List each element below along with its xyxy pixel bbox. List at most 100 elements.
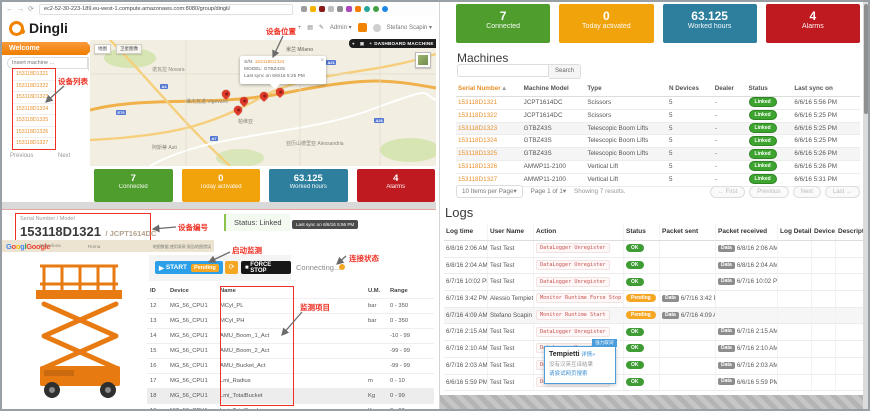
machines-search-input[interactable] (457, 64, 549, 77)
reload-icon[interactable]: ⟳ (28, 5, 34, 13)
cell (778, 375, 812, 391)
extension-icon[interactable] (364, 6, 370, 12)
stat-card-alarms: 4 Alarms (357, 169, 436, 202)
data-badge[interactable]: Data (718, 278, 735, 285)
stat-card-activated: 0 Today activated (182, 169, 261, 202)
print-icon[interactable]: ▤ (307, 24, 313, 31)
sidebar-machine-link[interactable]: 153118D1324 (13, 104, 55, 116)
next-page-button[interactable]: Next (793, 186, 821, 198)
add-icon: + (369, 41, 372, 46)
previous-page-button[interactable]: Previous (749, 186, 788, 198)
sidebar-machine-link[interactable]: 153118D1321 (13, 69, 55, 81)
extension-icon[interactable] (310, 6, 316, 12)
back-icon[interactable]: ← (6, 6, 13, 13)
edit-icon[interactable]: ✎ (319, 24, 324, 31)
serial-link[interactable]: 153118D1322 (456, 110, 524, 122)
extension-toolbar (301, 6, 388, 12)
start-button[interactable]: ▶ START Pending (155, 261, 223, 274)
data-badge[interactable]: Data (718, 345, 735, 352)
map[interactable]: 米兰 Milano 诺瓦拉 Novara 帕维亚 维杰瓦诺 Vigevano 阿… (90, 40, 436, 166)
cell: 17 (147, 374, 170, 388)
extension-icon[interactable] (346, 6, 352, 12)
popup-sn-label: S/N: (244, 60, 253, 65)
data-badge[interactable]: Data (718, 378, 735, 385)
data-badge[interactable]: Data (718, 262, 735, 269)
sidebar-machine-link[interactable]: 153118D1323 (13, 92, 55, 104)
dashboard-macchine-toolbar[interactable]: ●▣+ DASHBOARD MACCHINE (349, 39, 436, 48)
serial-link[interactable]: 153118D1326 (456, 161, 524, 173)
status-cell: OK (624, 375, 660, 391)
satellite-toggle[interactable] (415, 52, 431, 68)
extension-icon[interactable] (328, 6, 334, 12)
map-type-chip[interactable]: 地图 (94, 44, 111, 54)
status-cell: Linked (749, 148, 795, 160)
refresh-button[interactable]: ⟳ (225, 261, 238, 274)
scrollbar-thumb[interactable] (864, 4, 868, 114)
serial-link[interactable]: 153118D1323 (456, 123, 524, 135)
data-badge[interactable]: Data (662, 312, 679, 319)
machine-row[interactable]: 153118D1324GTBZ43STelescopic Boom Lifts5… (456, 135, 860, 148)
user-menu[interactable]: Stefano Scapin ▾ (387, 24, 432, 31)
serial-link[interactable]: 153118D1321 (456, 97, 524, 109)
extension-icon[interactable] (337, 6, 343, 12)
cell: 12 (147, 299, 170, 313)
machine-row[interactable]: 153118D1325GTBZ43STelescopic Boom Lifts5… (456, 148, 860, 161)
extension-icon[interactable] (373, 6, 379, 12)
popup-sn-link[interactable]: 153118D1324 (255, 60, 285, 65)
serial-link[interactable]: 153118D1324 (456, 135, 524, 147)
log-row: 6/7/16 4:09 AMStefano ScapinMonitor Runt… (444, 308, 864, 325)
satellite-chip[interactable]: 卫星图像 (116, 44, 142, 54)
machine-row[interactable]: 153118D1322JCPT1614DCScissors5-Linked6/6… (456, 110, 860, 123)
forward-icon[interactable]: → (17, 6, 24, 13)
next-link[interactable]: Next (58, 153, 70, 159)
logs-header-row: Log time User Name Action Status Packet … (444, 223, 864, 241)
address-bar[interactable]: ec2-52-30-223-189.eu-west-1.compute.amaz… (39, 4, 293, 15)
cell: 5 (669, 110, 715, 122)
map-credits[interactable]: 地图数据 使用条款 报告地图错误 (153, 244, 211, 250)
last-page-button[interactable]: Last → (825, 186, 860, 198)
action-cell: DataLogger Unregister (534, 324, 624, 340)
dictionary-popup-tab[interactable]: 强力取词 (592, 339, 616, 347)
action-chip: Monitor Runtime Start (536, 310, 610, 320)
data-badge[interactable]: Data (662, 295, 679, 302)
items-per-page-select[interactable]: 10 Items per Page▾ (456, 185, 523, 198)
col-header-serial[interactable]: Serial Number ▴ (456, 82, 524, 96)
details-link[interactable]: 详情» (581, 352, 595, 358)
cell (836, 291, 864, 307)
first-page-button[interactable]: ← First (710, 186, 745, 198)
machine-row[interactable]: 153118D1323GTBZ43STelescopic Boom Lifts5… (456, 123, 860, 136)
web-search-link[interactable]: 请尝试网页搜索 (549, 369, 611, 377)
sidebar-machine-link[interactable]: 153118D1327 (13, 138, 55, 149)
scrollbar[interactable] (863, 2, 869, 409)
cell (836, 308, 864, 324)
close-icon[interactable]: × (320, 57, 324, 66)
page-select[interactable]: Page 1 of 1▾ (531, 188, 566, 195)
data-badge[interactable]: Data (718, 328, 735, 335)
sidebar-machine-link[interactable]: 153118D1322 (13, 81, 55, 93)
extension-icon[interactable] (382, 6, 388, 12)
search-button[interactable] (88, 57, 89, 71)
extension-icon[interactable] (301, 6, 307, 12)
previous-link[interactable]: Previous (10, 153, 33, 159)
notification-badge[interactable] (358, 23, 367, 32)
force-stop-button[interactable]: ■ FORCE STOP (241, 261, 291, 274)
machine-row[interactable]: 153118D1321JCPT1614DCScissors5-Linked6/6… (456, 97, 860, 110)
brand-logo[interactable]: Dingli (9, 20, 68, 36)
serial-link[interactable]: 153118D1327 (456, 174, 524, 186)
stat-value: 0 (182, 173, 261, 184)
cell: MG_56_CPU1 (170, 389, 220, 403)
cell: 6/6/16 5:26 PM (794, 161, 860, 173)
data-badge[interactable]: Data (718, 245, 735, 252)
serial-link[interactable]: 153118D1325 (456, 148, 524, 160)
sidebar-machine-link[interactable]: 153118D1325 (13, 115, 55, 127)
cell (812, 375, 836, 391)
extension-icon[interactable] (319, 6, 325, 12)
machines-search-button[interactable]: Search (549, 64, 581, 79)
add-icon[interactable]: + (298, 25, 302, 31)
machine-row[interactable]: 153118D1326AMWP11-2100Vertical Lift5-Lin… (456, 161, 860, 174)
extension-icon[interactable] (355, 6, 361, 12)
data-badge[interactable]: Data (718, 362, 735, 369)
sidebar-machine-link[interactable]: 153118D1326 (13, 127, 55, 139)
admin-menu[interactable]: Admin ▾ (330, 24, 352, 31)
ok-badge: OK (626, 278, 644, 286)
